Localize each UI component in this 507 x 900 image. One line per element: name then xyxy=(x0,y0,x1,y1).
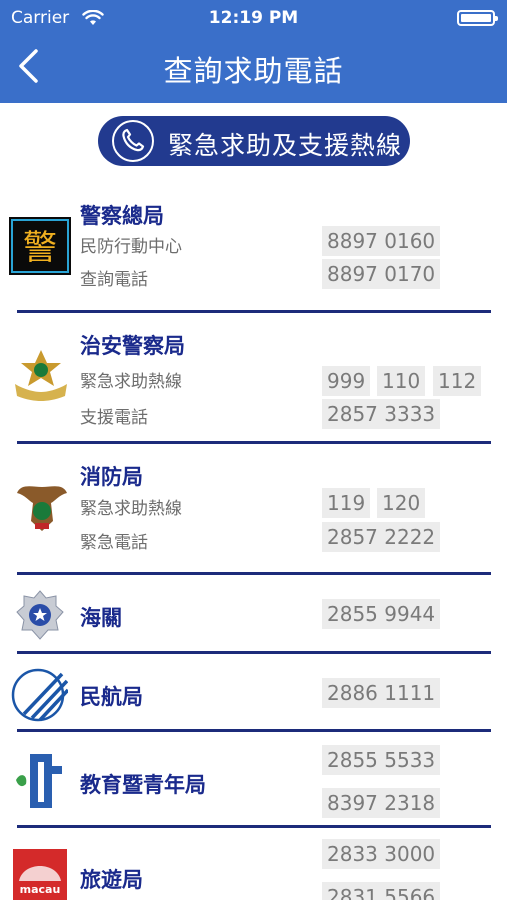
list-item: macau 旅遊局 2833 3000 2831 5566 xyxy=(0,836,507,900)
list-item: 消防局 緊急求助熱線 119 120 緊急電話 2857 2222 xyxy=(0,457,507,577)
page-title: 查詢求助電話 xyxy=(163,54,344,88)
entry-name: 海關 xyxy=(80,606,122,630)
line-label: 查詢電話 xyxy=(80,270,148,290)
navigation-bar: Carrier 12:19 PM 查詢求助電話 xyxy=(0,0,507,103)
hotline-label: 緊急求助及支援熱線 xyxy=(168,131,403,160)
list-item: 治安警察局 緊急求助熱線 999 110 112 支援電話 2857 3333 xyxy=(0,326,507,446)
status-bar: Carrier 12:19 PM xyxy=(0,0,507,36)
list-item: 海關 2855 9944 xyxy=(0,588,507,658)
screen: Carrier 12:19 PM 查詢求助電話 緊急求助及支援熱線 警 警察總局… xyxy=(0,0,507,900)
emergency-hotline-button[interactable]: 緊急求助及支援熱線 xyxy=(98,116,410,166)
row-separator xyxy=(17,729,491,732)
entry-name: 警察總局 xyxy=(80,204,164,228)
entry-name: 教育暨青年局 xyxy=(80,773,206,797)
phone-number[interactable]: 2855 5533 xyxy=(322,745,441,775)
phone-number[interactable]: 112 xyxy=(433,366,482,396)
line-label: 支援電話 xyxy=(80,408,148,428)
entry-name: 治安警察局 xyxy=(80,334,185,358)
phone-icon xyxy=(112,120,154,162)
list-item: 教育暨青年局 2855 5533 8397 2318 xyxy=(0,743,507,833)
battery-icon xyxy=(457,10,498,26)
entry-name: 旅遊局 xyxy=(80,868,143,892)
phone-number[interactable]: 8897 0160 xyxy=(322,226,441,256)
tourism-logo-text: macau xyxy=(20,883,61,896)
phone-number[interactable]: 8397 2318 xyxy=(322,788,441,818)
education-bureau-logo-icon xyxy=(16,754,62,808)
line-label: 緊急求助熱線 xyxy=(80,372,182,392)
phone-number[interactable]: 2855 9944 xyxy=(322,599,441,629)
row-separator xyxy=(17,572,491,575)
entry-name: 民航局 xyxy=(80,685,143,709)
phone-number[interactable]: 2857 3333 xyxy=(322,399,441,429)
phone-number[interactable]: 2886 1111 xyxy=(322,678,441,708)
civil-aviation-logo-icon xyxy=(11,668,68,722)
phone-number[interactable]: 2857 2222 xyxy=(322,522,441,552)
phone-number[interactable]: 8897 0170 xyxy=(322,259,441,289)
line-label: 緊急求助熱線 xyxy=(80,499,182,519)
line-label: 民防行動中心 xyxy=(80,237,182,257)
list-item: 警 警察總局 民防行動中心 8897 0160 查詢電話 8897 0170 xyxy=(0,195,507,315)
row-separator xyxy=(17,825,491,828)
fire-services-logo-icon xyxy=(17,486,67,531)
phone-number[interactable]: 120 xyxy=(377,488,426,518)
line-label: 緊急電話 xyxy=(80,533,148,553)
status-time: 12:19 PM xyxy=(208,8,299,28)
phone-number[interactable]: 2831 5566 xyxy=(322,882,441,900)
police-logo-icon: 警 xyxy=(9,217,71,275)
svg-text:警: 警 xyxy=(23,228,57,268)
phone-number[interactable]: 119 xyxy=(322,488,371,518)
entry-name: 消防局 xyxy=(80,465,143,489)
row-separator xyxy=(17,310,491,313)
tourism-office-logo-icon: macau xyxy=(13,849,67,900)
phone-number[interactable]: 2833 3000 xyxy=(322,839,441,869)
row-separator xyxy=(17,651,491,654)
customs-logo-icon xyxy=(16,590,64,640)
row-separator xyxy=(17,441,491,444)
list-item: 民航局 2886 1111 xyxy=(0,666,507,736)
public-security-police-logo-icon xyxy=(15,350,67,401)
phone-number[interactable]: 110 xyxy=(377,366,426,396)
phone-number[interactable]: 999 xyxy=(322,366,371,396)
